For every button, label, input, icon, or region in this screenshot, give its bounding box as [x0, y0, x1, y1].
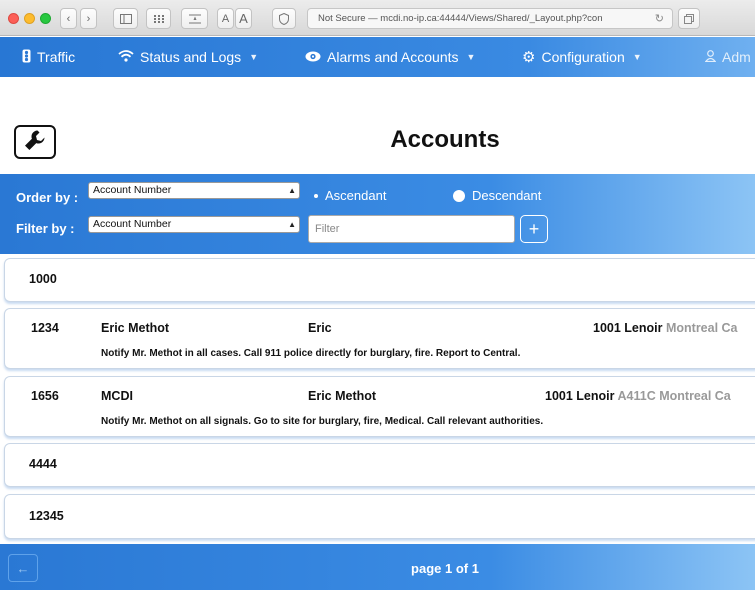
descendant-radio[interactable]: Descendant: [453, 188, 541, 203]
address-city: Montreal Ca: [659, 389, 731, 403]
address-street: 1001 Lenoir: [545, 389, 615, 403]
ascendant-label: Ascendant: [325, 188, 387, 203]
nav-status-logs[interactable]: Status and Logs ▼: [118, 37, 258, 77]
account-name: MCDI: [101, 389, 133, 403]
account-number: 4444: [29, 457, 57, 471]
maximize-window-icon[interactable]: [40, 13, 51, 24]
select-arrows-icon: ▲: [288, 220, 296, 229]
account-number: 1656: [31, 389, 59, 403]
account-number: 1000: [29, 272, 57, 286]
minimize-window-icon[interactable]: [24, 13, 35, 24]
nav-alarms-accounts[interactable]: Alarms and Accounts ▼: [305, 37, 475, 77]
account-name: Eric Methot: [101, 321, 170, 335]
account-number: 12345: [29, 509, 64, 523]
close-window-icon[interactable]: [8, 13, 19, 24]
nav-configuration-label: Configuration: [541, 49, 625, 65]
nav-admin-label: Adm: [722, 49, 751, 65]
ascendant-radio[interactable]: Ascendant: [314, 188, 386, 203]
traffic-light-icon: [22, 49, 31, 66]
nav-traffic-label: Traffic: [37, 49, 76, 65]
user-icon: [704, 49, 717, 65]
account-contact: Eric Methot: [308, 389, 377, 403]
filter-by-value: Account Number: [93, 218, 172, 230]
tabs-icon[interactable]: [678, 8, 700, 29]
text-larger-button[interactable]: A: [235, 8, 252, 29]
arrow-left-icon: ←: [16, 560, 30, 576]
nav-configuration[interactable]: ⚙ Configuration ▼: [522, 37, 642, 77]
filter-by-select[interactable]: Account Number ▲: [88, 216, 300, 233]
settings-tool-button[interactable]: [14, 125, 56, 159]
wrench-icon: [23, 128, 47, 157]
radio-circle-icon: [453, 189, 465, 202]
radio-dot-icon: [314, 193, 318, 198]
filter-input[interactable]: [308, 215, 515, 243]
page-indicator: page 1 of 1: [411, 561, 479, 576]
nav-status-logs-label: Status and Logs: [140, 49, 242, 65]
nav-traffic[interactable]: Traffic: [22, 37, 75, 77]
eye-icon: [305, 50, 321, 65]
account-row[interactable]: 12345: [4, 494, 755, 539]
caret-down-icon: ▼: [466, 52, 476, 62]
account-row[interactable]: 1000: [4, 258, 755, 302]
nav-admin[interactable]: Adm: [704, 37, 751, 77]
add-account-button[interactable]: +: [520, 215, 548, 243]
address-bar[interactable]: Not Secure — mcdi.no-ip.ca:44444/Views/S…: [307, 8, 673, 29]
grid-icon[interactable]: [146, 8, 171, 29]
account-address: 1001 Lenoir A411C Montreal Ca: [545, 389, 731, 403]
order-by-label: Order by :: [16, 190, 79, 205]
reader-icon[interactable]: [181, 8, 208, 29]
caret-down-icon: ▼: [249, 52, 259, 62]
account-row[interactable]: 1656 MCDI Eric Methot 1001 Lenoir A411C …: [4, 376, 755, 437]
account-row[interactable]: 1234 Eric Methot Eric 1001 Lenoir Montre…: [4, 308, 755, 369]
address-street: 1001 Lenoir: [593, 321, 663, 335]
reload-icon[interactable]: ↻: [655, 12, 664, 25]
account-address: 1001 Lenoir Montreal Ca: [593, 321, 738, 335]
descendant-label: Descendant: [472, 188, 542, 203]
address-city: Montreal Ca: [665, 321, 738, 335]
forward-icon[interactable]: ›: [80, 8, 97, 29]
browser-toolbar: ‹ › A A Not Secure — mcdi.no-ip.ca:44444…: [0, 0, 755, 36]
order-by-select[interactable]: Account Number ▲: [88, 182, 300, 199]
account-number: 1234: [31, 321, 59, 335]
account-note: Notify Mr. Methot in all cases. Call 911…: [101, 348, 521, 359]
page-title: Accounts: [390, 126, 500, 153]
select-arrows-icon: ▲: [288, 186, 296, 195]
account-contact: Eric: [308, 321, 332, 335]
order-by-value: Account Number: [93, 184, 172, 196]
main-navbar: Traffic Status and Logs ▼ Alarms and Acc…: [0, 37, 755, 77]
wifi-icon: [118, 49, 134, 65]
account-note: Notify Mr. Methot on all signals. Go to …: [101, 416, 544, 427]
sidebar-icon[interactable]: [113, 8, 138, 29]
previous-page-button[interactable]: ←: [8, 554, 38, 582]
gear-icon: ⚙: [522, 49, 536, 66]
nav-alarms-accounts-label: Alarms and Accounts: [327, 49, 459, 65]
address-unit: A411C: [617, 389, 656, 403]
address-text: Not Secure — mcdi.no-ip.ca:44444/Views/S…: [318, 13, 603, 24]
shield-icon[interactable]: [272, 8, 296, 29]
filter-by-label: Filter by :: [16, 221, 75, 236]
text-smaller-button[interactable]: A: [217, 8, 234, 29]
account-row[interactable]: 4444: [4, 443, 755, 487]
back-icon[interactable]: ‹: [60, 8, 77, 29]
pagination-footer: ← page 1 of 1: [0, 544, 755, 590]
plus-icon: +: [528, 218, 540, 239]
caret-down-icon: ▼: [632, 52, 642, 62]
